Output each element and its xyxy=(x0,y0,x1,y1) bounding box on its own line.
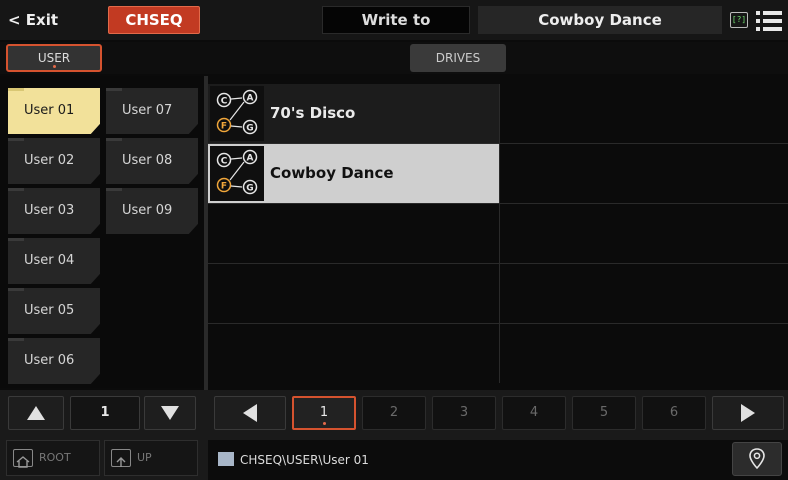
menu-list-icon[interactable] xyxy=(756,11,782,31)
file-row xyxy=(208,204,788,264)
exit-button[interactable]: < Exit xyxy=(8,6,98,34)
tab-row: USER DRIVES xyxy=(0,42,788,74)
empty-cell xyxy=(500,324,788,383)
tab-user[interactable]: USER xyxy=(6,44,102,72)
arrow-right-icon xyxy=(741,404,755,422)
chord-letter-g: G xyxy=(246,124,253,134)
page-number: 1 xyxy=(319,405,329,420)
file-row xyxy=(208,264,788,324)
tab-drives[interactable]: DRIVES xyxy=(410,44,506,72)
chord-letter-c: C xyxy=(221,97,228,107)
up-button[interactable]: UP xyxy=(104,440,198,476)
file-name: 70's Disco xyxy=(270,104,356,122)
file-name: Cowboy Dance xyxy=(270,164,394,182)
root-button[interactable]: ROOT xyxy=(6,440,100,476)
chord-letter-f: F xyxy=(221,122,227,132)
location-pin-icon xyxy=(749,448,765,470)
folder-icon xyxy=(218,452,234,466)
file-row: C A F G Cowboy Dance xyxy=(208,144,788,204)
folder-page-number: 1 xyxy=(70,396,140,430)
tab-user-label: USER xyxy=(37,51,71,65)
file-page-prev-button[interactable] xyxy=(214,396,286,430)
chord-letter-a: A xyxy=(247,94,254,104)
folder-page-up-button[interactable] xyxy=(8,396,64,430)
folder-user-01[interactable]: User 01 xyxy=(8,88,100,134)
help-icon[interactable]: [?] xyxy=(730,12,748,28)
up-label: UP xyxy=(137,451,152,464)
top-bar: < Exit CHSEQ Write to Cowboy Dance [?] xyxy=(0,0,788,40)
page-button-2[interactable]: 2 xyxy=(362,396,426,430)
mode-button[interactable]: CHSEQ xyxy=(108,6,200,34)
file-item-70s-disco[interactable]: C A F G 70's Disco xyxy=(208,84,500,143)
empty-cell xyxy=(208,264,500,323)
folder-user-02[interactable]: User 02 xyxy=(8,138,100,184)
home-icon xyxy=(13,449,33,468)
folder-page-down-button[interactable] xyxy=(144,396,196,430)
chord-letter-c: C xyxy=(221,157,228,167)
folder-user-08[interactable]: User 08 xyxy=(106,138,198,184)
folder-user-03[interactable]: User 03 xyxy=(8,188,100,234)
file-row: C A F G 70's Disco xyxy=(208,84,788,144)
chord-sequence-icon: C A F G xyxy=(210,86,264,141)
arrow-left-icon xyxy=(243,404,257,422)
empty-cell xyxy=(208,324,500,383)
empty-cell xyxy=(500,144,788,203)
folder-user-09[interactable]: User 09 xyxy=(106,188,198,234)
arrow-down-icon xyxy=(161,406,179,420)
active-indicator xyxy=(323,422,326,425)
chord-sequence-icon: C A F G xyxy=(210,146,264,201)
page-button-1[interactable]: 1 xyxy=(292,396,356,430)
path-bar: CHSEQ\USER\User 01 xyxy=(208,440,788,480)
empty-cell xyxy=(208,204,500,263)
chord-letter-f: F xyxy=(221,182,227,192)
folder-user-06[interactable]: User 06 xyxy=(8,338,100,384)
empty-cell xyxy=(500,204,788,263)
current-path: CHSEQ\USER\User 01 xyxy=(240,453,369,467)
folder-panel: User 01 User 07 User 02 User 08 User 03 … xyxy=(0,76,204,388)
page-button-6[interactable]: 6 xyxy=(642,396,706,430)
location-pin-button[interactable] xyxy=(732,442,782,476)
page-button-3[interactable]: 3 xyxy=(432,396,496,430)
folder-user-07[interactable]: User 07 xyxy=(106,88,198,134)
empty-cell xyxy=(500,84,788,143)
page-button-5[interactable]: 5 xyxy=(572,396,636,430)
page-button-4[interactable]: 4 xyxy=(502,396,566,430)
current-name-field[interactable]: Cowboy Dance xyxy=(478,6,722,34)
write-to-button[interactable]: Write to xyxy=(322,6,470,34)
folder-user-04[interactable]: User 04 xyxy=(8,238,100,284)
folder-user-05[interactable]: User 05 xyxy=(8,288,100,334)
empty-cell xyxy=(500,264,788,323)
chord-letter-g: G xyxy=(246,184,253,194)
chord-letter-a: A xyxy=(247,154,254,164)
folder-up-icon xyxy=(111,449,131,467)
root-label: ROOT xyxy=(39,451,71,464)
file-item-cowboy-dance[interactable]: C A F G Cowboy Dance xyxy=(208,144,500,203)
file-grid: C A F G 70's Disco C A F G Cowboy Dance xyxy=(208,84,788,388)
active-indicator xyxy=(53,65,56,68)
file-page-next-button[interactable] xyxy=(712,396,784,430)
file-row xyxy=(208,324,788,384)
arrow-up-icon xyxy=(27,406,45,420)
